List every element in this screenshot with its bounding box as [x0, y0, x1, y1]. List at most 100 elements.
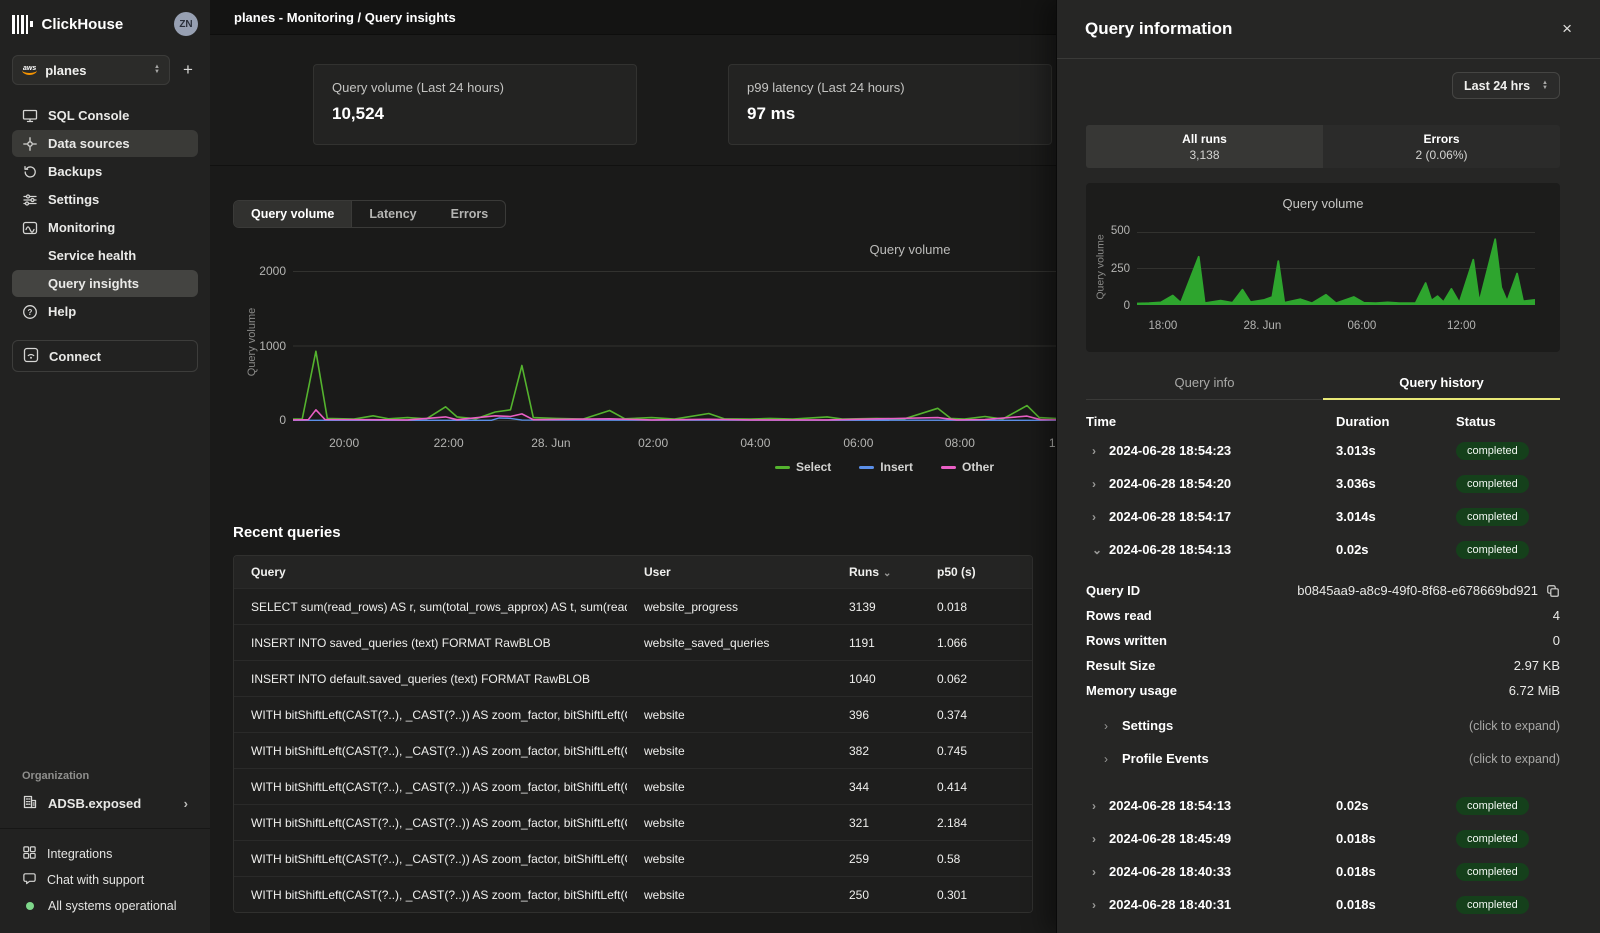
expand-hint: (click to expand) — [1469, 719, 1560, 733]
service-name: planes — [45, 63, 86, 78]
legend-item[interactable]: Other — [941, 460, 994, 474]
cell-query: WITH bitShiftLeft(CAST(?..), _CAST(?..))… — [234, 888, 627, 902]
aws-icon: aws — [22, 65, 37, 75]
chat-support-link[interactable]: Chat with support — [12, 867, 198, 893]
detail-value: 4 — [1553, 608, 1560, 623]
sidebar-item-settings[interactable]: Settings — [12, 186, 198, 213]
expand-chevron-icon: › — [1104, 752, 1112, 766]
chart-tab[interactable]: Query volume — [234, 201, 352, 227]
organization-selector[interactable]: ADSB.exposed › — [12, 789, 198, 817]
x-axis-tick: 18:00 — [1148, 320, 1177, 332]
cell-query: INSERT INTO default.saved_queries (text)… — [234, 672, 627, 686]
y-axis-labels: 5002500 — [1086, 225, 1130, 312]
chart-tab[interactable]: Latency — [352, 201, 433, 227]
sidebar-item-sql-console[interactable]: SQL Console — [12, 102, 198, 129]
x-axis-tick: 1 — [1049, 436, 1056, 450]
sidebar-item-query-insights[interactable]: Query insights — [12, 270, 198, 297]
help-icon: ? — [22, 304, 38, 320]
column-header-runs[interactable]: Runs⌄ — [832, 565, 920, 579]
table-row[interactable]: WITH bitShiftLeft(CAST(?..), _CAST(?..))… — [234, 876, 1032, 912]
y-axis-tick: 1000 — [259, 339, 286, 353]
segment-button[interactable]: All runs 3,138 — [1086, 125, 1323, 168]
query-history-row[interactable]: ›2024-06-28 18:54:20 3.036s completed — [1086, 467, 1560, 500]
table-row[interactable]: WITH bitShiftLeft(CAST(?..), _CAST(?..))… — [234, 840, 1032, 876]
stat-label: Query volume (Last 24 hours) — [332, 80, 618, 95]
expand-chevron-icon[interactable]: › — [1092, 799, 1100, 813]
query-volume-chart: Query volume 200010000 Query volume 20:0… — [210, 240, 1056, 480]
time-range-select[interactable]: Last 24 hrs ▲▼ — [1452, 72, 1560, 99]
query-duration: 0.02s — [1336, 798, 1456, 813]
app-title: ClickHouse — [42, 16, 124, 33]
sidebar-item-backups[interactable]: Backups — [12, 158, 198, 185]
chart-title: Query volume — [1086, 196, 1560, 211]
table-row[interactable]: INSERT INTO default.saved_queries (text)… — [234, 660, 1032, 696]
expand-chevron-icon[interactable]: › — [1092, 865, 1100, 879]
table-row[interactable]: WITH bitShiftLeft(CAST(?..), _CAST(?..))… — [234, 768, 1032, 804]
expand-chevron-icon[interactable]: › — [1092, 898, 1100, 912]
x-axis-tick: 22:00 — [434, 436, 464, 450]
stat-card-p99-latency: p99 latency (Last 24 hours) 97 ms — [728, 64, 1052, 145]
cell-user: website — [627, 780, 832, 794]
table-row[interactable]: SELECT sum(read_rows) AS r, sum(total_ro… — [234, 588, 1032, 624]
cell-runs: 321 — [832, 816, 920, 830]
svg-text:?: ? — [28, 308, 33, 317]
cell-user: website — [627, 852, 832, 866]
expandable-row[interactable]: › Profile Events (click to expand) — [1086, 742, 1560, 775]
connect-button[interactable]: Connect — [12, 340, 198, 372]
table-row[interactable]: INSERT INTO saved_queries (text) FORMAT … — [234, 624, 1032, 660]
cell-runs: 1191 — [832, 636, 920, 650]
sidebar-item-service-health[interactable]: Service health — [12, 242, 198, 269]
query-history-row[interactable]: ›2024-06-28 18:54:13 0.02s completed — [1086, 789, 1560, 822]
expandable-label: Settings — [1122, 718, 1173, 733]
integrations-link[interactable]: Integrations — [12, 841, 198, 867]
chevron-right-icon: › — [184, 796, 188, 811]
query-history-row[interactable]: ⌄2024-06-28 18:54:13 0.02s completed — [1086, 533, 1560, 566]
query-time: 2024-06-28 18:54:13 — [1109, 542, 1231, 557]
panel-tab[interactable]: Query history — [1323, 368, 1560, 400]
chart-plot — [1137, 232, 1535, 305]
status-badge: completed — [1456, 830, 1529, 848]
chart-tab[interactable]: Errors — [434, 201, 506, 227]
legend-swatch-icon — [775, 466, 790, 469]
expand-chevron-icon[interactable]: ⌄ — [1092, 543, 1100, 557]
mini-query-volume-chart: Query volume 5002500 Query volume 18:002… — [1086, 183, 1560, 352]
cell-query: WITH bitShiftLeft(CAST(?..), _CAST(?..))… — [234, 816, 627, 830]
sort-caret-icon: ⌄ — [883, 568, 891, 579]
query-history-row[interactable]: ›2024-06-28 18:40:33 0.018s completed — [1086, 855, 1560, 888]
detail-label: Memory usage — [1086, 683, 1177, 698]
query-history-row[interactable]: ›2024-06-28 18:54:17 3.014s completed — [1086, 500, 1560, 533]
query-history-row[interactable]: ›2024-06-28 18:40:31 0.018s completed — [1086, 888, 1560, 921]
status-badge: completed — [1456, 797, 1529, 815]
system-status[interactable]: All systems operational — [12, 893, 198, 919]
segment-button[interactable]: Errors 2 (0.06%) — [1323, 125, 1560, 168]
query-history-row[interactable]: ›2024-06-28 18:45:49 0.018s completed — [1086, 822, 1560, 855]
expand-chevron-icon[interactable]: › — [1092, 510, 1100, 524]
close-icon[interactable]: × — [1562, 19, 1572, 39]
legend-swatch-icon — [941, 466, 956, 469]
panel-tab[interactable]: Query info — [1086, 368, 1323, 400]
table-row[interactable]: WITH bitShiftLeft(CAST(?..), _CAST(?..))… — [234, 804, 1032, 840]
sidebar-item-data-sources[interactable]: Data sources — [12, 130, 198, 157]
main-content: planes - Monitoring / Query insights Que… — [210, 0, 1056, 933]
y-axis-title: Query volume — [246, 308, 258, 376]
query-duration: 0.02s — [1336, 542, 1456, 557]
detail-label: Query ID — [1086, 583, 1140, 598]
add-service-button[interactable]: + — [178, 60, 198, 80]
legend-item[interactable]: Insert — [859, 460, 913, 474]
legend-item[interactable]: Select — [775, 460, 831, 474]
sidebar-item-help[interactable]: ? Help — [12, 298, 198, 325]
expandable-row[interactable]: › Settings (click to expand) — [1086, 709, 1560, 742]
service-selector[interactable]: aws planes ▲▼ — [12, 55, 170, 85]
expand-chevron-icon[interactable]: › — [1092, 832, 1100, 846]
table-row[interactable]: WITH bitShiftLeft(CAST(?..), _CAST(?..))… — [234, 696, 1032, 732]
expand-chevron-icon[interactable]: › — [1092, 477, 1100, 491]
table-row[interactable]: WITH bitShiftLeft(CAST(?..), _CAST(?..))… — [234, 732, 1032, 768]
sidebar-item-monitoring[interactable]: Monitoring — [12, 214, 198, 241]
query-time: 2024-06-28 18:45:49 — [1109, 831, 1231, 846]
copy-icon[interactable] — [1546, 584, 1560, 598]
avatar[interactable]: ZN — [174, 12, 198, 36]
cell-p50: 1.066 — [920, 636, 1032, 650]
expand-chevron-icon[interactable]: › — [1092, 444, 1100, 458]
query-history-row[interactable]: ›2024-06-28 18:54:23 3.013s completed — [1086, 434, 1560, 467]
expandable-label: Profile Events — [1122, 751, 1209, 766]
